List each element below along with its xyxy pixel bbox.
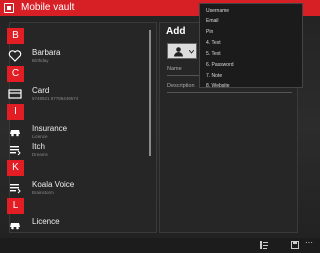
letter-tile: C — [7, 66, 24, 82]
description-label: Description — [167, 83, 195, 89]
description-input[interactable] — [167, 92, 292, 93]
entry-subtitle: 5748921 87789449574 — [32, 96, 79, 101]
user-icon — [174, 47, 183, 57]
entry-title: Itch — [32, 142, 45, 151]
letter-tile: I — [7, 104, 24, 120]
letter-header-i[interactable]: I — [7, 104, 147, 122]
add-title: Add — [166, 26, 186, 37]
menu-item-pin[interactable]: Pin — [206, 29, 213, 35]
menu-item-email[interactable]: Email — [206, 18, 219, 24]
letter-header-b[interactable]: B — [7, 28, 147, 46]
letter-tile: L — [7, 198, 24, 214]
list-icon — [10, 146, 21, 156]
entry-title: Licence — [32, 217, 60, 226]
more-options-icon[interactable]: ⋯ — [305, 239, 313, 247]
entry-licence[interactable]: Licence — [7, 216, 147, 234]
chevron-down-icon — [189, 50, 194, 54]
letter-header-k[interactable]: K — [7, 160, 147, 178]
save-icon[interactable] — [291, 241, 299, 249]
entry-card[interactable]: Card 5748921 87789449574 — [7, 85, 147, 103]
list-view-icon[interactable] — [260, 241, 268, 249]
list-icon — [10, 184, 21, 194]
card-icon — [8, 89, 22, 99]
menu-item-note[interactable]: 7. Note — [206, 73, 222, 79]
bottom-app-bar — [0, 238, 320, 253]
menu-item-username[interactable]: Username — [206, 8, 229, 14]
entry-subtitle: Brainstorm — [32, 190, 54, 195]
heart-icon — [8, 50, 22, 62]
list-scrollbar[interactable] — [149, 30, 151, 156]
entry-koala-voice[interactable]: Koala Voice Brainstorm — [7, 179, 147, 197]
entry-barbara[interactable]: Barbara Birthday — [7, 47, 147, 65]
menu-item-text-5[interactable]: 5. Text — [206, 51, 221, 57]
car-icon — [10, 223, 20, 230]
entry-title: Koala Voice — [32, 180, 75, 189]
car-icon — [10, 130, 20, 137]
entry-title: Barbara — [32, 48, 61, 57]
entry-subtitle: Birthday — [32, 58, 49, 63]
letter-tile: B — [7, 28, 24, 44]
field-type-picker[interactable] — [167, 43, 197, 59]
entry-subtitle: Dreams — [32, 152, 48, 157]
menu-item-website[interactable]: 8. Website — [206, 83, 230, 89]
letter-header-l[interactable]: L — [7, 198, 147, 216]
name-label: Name — [167, 66, 182, 72]
entry-title: Card — [32, 86, 50, 95]
menu-item-text-4[interactable]: 4. Text — [206, 40, 221, 46]
entry-insurance[interactable]: Insurance Licence — [7, 123, 147, 141]
entry-subtitle: Licence — [32, 134, 48, 139]
entry-itch[interactable]: Itch Dreams — [7, 141, 147, 159]
vault-logo-icon — [4, 3, 14, 13]
letter-header-c[interactable]: C — [7, 66, 147, 84]
field-type-menu: Username Email Pin 4. Text 5. Text 6. Pa… — [199, 3, 303, 89]
entry-title: Insurance — [32, 124, 68, 133]
letter-tile: K — [7, 160, 24, 176]
menu-item-password[interactable]: 6. Password — [206, 62, 234, 68]
window-title: Mobile vault — [21, 2, 75, 13]
